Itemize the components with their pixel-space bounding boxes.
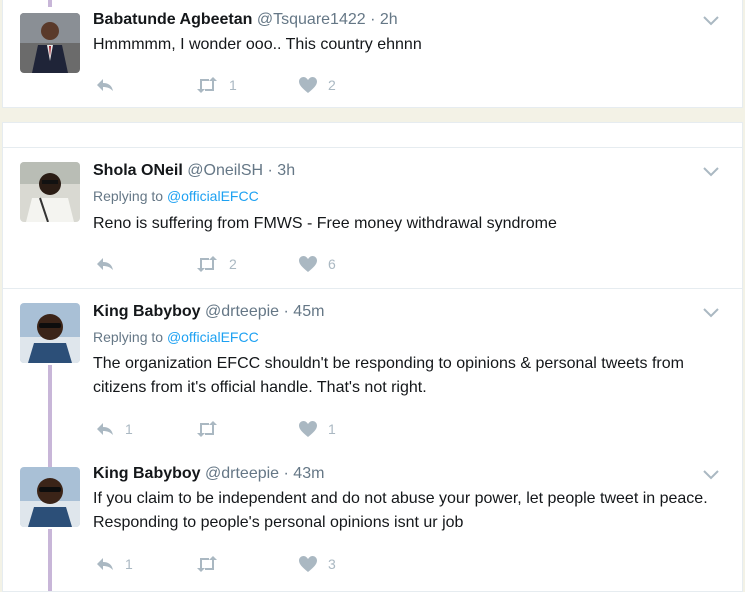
tweet-text: The organization EFCC shouldn't be respo… xyxy=(93,355,684,396)
avatar[interactable] xyxy=(20,303,80,363)
tweet[interactable]: Shola ONeil @OneilSH · 3h Replying to @o… xyxy=(3,148,742,288)
tweet-actions: 2 6 xyxy=(93,254,393,274)
author-handle[interactable]: @drteepie xyxy=(205,303,279,320)
author-handle[interactable]: @OneilSH xyxy=(187,162,263,179)
author-name[interactable]: King Babyboy xyxy=(93,465,201,482)
chevron-down-icon[interactable] xyxy=(702,467,720,481)
tweet[interactable]: Babatunde Agbeetan @Tsquare1422 · 2h Hmm… xyxy=(3,0,742,109)
replying-to-label: Replying to xyxy=(93,188,164,204)
author-name[interactable]: King Babyboy xyxy=(93,303,201,320)
reply-count: 1 xyxy=(125,556,133,572)
like-count: 2 xyxy=(328,77,336,93)
author-name[interactable]: Shola ONeil xyxy=(93,162,183,179)
retweet-count: 1 xyxy=(229,77,237,93)
reply-icon xyxy=(97,558,113,570)
retweet-icon xyxy=(197,556,217,572)
tweet-time[interactable]: · 3h xyxy=(268,162,296,179)
replying-to: Replying to @officialEFCC xyxy=(93,329,259,345)
tweet-header: King Babyboy @drteepie · 45m xyxy=(93,303,324,321)
like-count: 1 xyxy=(328,421,336,437)
reply-icon xyxy=(97,79,113,91)
tweet-time[interactable]: · 43m xyxy=(284,465,325,482)
avatar[interactable] xyxy=(20,467,80,527)
reply-button[interactable]: 1 xyxy=(95,419,133,439)
like-button[interactable]: 6 xyxy=(298,254,336,274)
replying-to-link[interactable]: @officialEFCC xyxy=(167,329,259,345)
tweet-header: Babatunde Agbeetan @Tsquare1422 · 2h xyxy=(93,11,398,29)
retweet-button[interactable]: 1 xyxy=(195,75,237,95)
retweet-icon xyxy=(197,77,217,93)
tweet-time[interactable]: · 2h xyxy=(370,11,398,28)
retweet-button[interactable]: 2 xyxy=(195,254,237,274)
author-handle[interactable]: @drteepie xyxy=(205,465,279,482)
reply-icon xyxy=(97,423,113,435)
like-count: 6 xyxy=(328,256,336,272)
like-button[interactable]: 3 xyxy=(298,554,336,574)
tweet-text: Reno is suffering from FMWS - Free money… xyxy=(93,215,557,232)
tweet[interactable]: King Babyboy @drteepie · 45m Replying to… xyxy=(3,289,742,461)
tweet-card-thread: Shola ONeil @OneilSH · 3h Replying to @o… xyxy=(2,122,743,592)
tweet-header: King Babyboy @drteepie · 43m xyxy=(93,465,324,483)
retweet-button[interactable] xyxy=(195,554,229,574)
retweet-icon xyxy=(197,256,217,272)
heart-icon xyxy=(299,421,317,437)
reply-button[interactable] xyxy=(95,75,125,95)
heart-icon xyxy=(299,77,317,93)
retweet-button[interactable] xyxy=(195,419,229,439)
cutoff-actions xyxy=(93,123,393,127)
avatar[interactable] xyxy=(20,162,80,222)
author-name[interactable]: Babatunde Agbeetan xyxy=(93,11,252,28)
replying-to: Replying to @officialEFCC xyxy=(93,188,259,204)
chevron-down-icon[interactable] xyxy=(702,164,720,178)
retweet-count: 2 xyxy=(229,256,237,272)
tweet-time[interactable]: · 45m xyxy=(284,303,325,320)
chevron-down-icon[interactable] xyxy=(702,305,720,319)
like-button[interactable]: 1 xyxy=(298,419,336,439)
tweet-actions: 1 1 xyxy=(93,419,393,439)
reply-button[interactable]: 1 xyxy=(95,554,133,574)
heart-icon xyxy=(299,556,317,572)
tweet[interactable]: King Babyboy @drteepie · 43m If you clai… xyxy=(3,453,742,591)
like-button[interactable]: 2 xyxy=(298,75,336,95)
tweet-card-top: Babatunde Agbeetan @Tsquare1422 · 2h Hmm… xyxy=(2,0,743,108)
tweet-text: Hmmmmm, I wonder ooo.. This country ehnn… xyxy=(93,36,422,53)
reply-icon xyxy=(97,258,113,270)
replying-to-label: Replying to xyxy=(93,329,164,345)
retweet-icon xyxy=(197,421,217,437)
tweet-actions: 1 3 xyxy=(93,554,393,574)
avatar[interactable] xyxy=(20,13,80,73)
reply-button[interactable] xyxy=(95,254,125,274)
author-handle[interactable]: @Tsquare1422 xyxy=(257,11,366,28)
tweet-header: Shola ONeil @OneilSH · 3h xyxy=(93,162,295,180)
reply-count: 1 xyxy=(125,421,133,437)
replying-to-link[interactable]: @officialEFCC xyxy=(167,188,259,204)
tweet-text: If you claim to be independent and do no… xyxy=(93,490,708,531)
like-count: 3 xyxy=(328,556,336,572)
heart-icon xyxy=(299,256,317,272)
chevron-down-icon[interactable] xyxy=(702,13,720,27)
tweet-actions: 1 2 xyxy=(93,75,393,95)
